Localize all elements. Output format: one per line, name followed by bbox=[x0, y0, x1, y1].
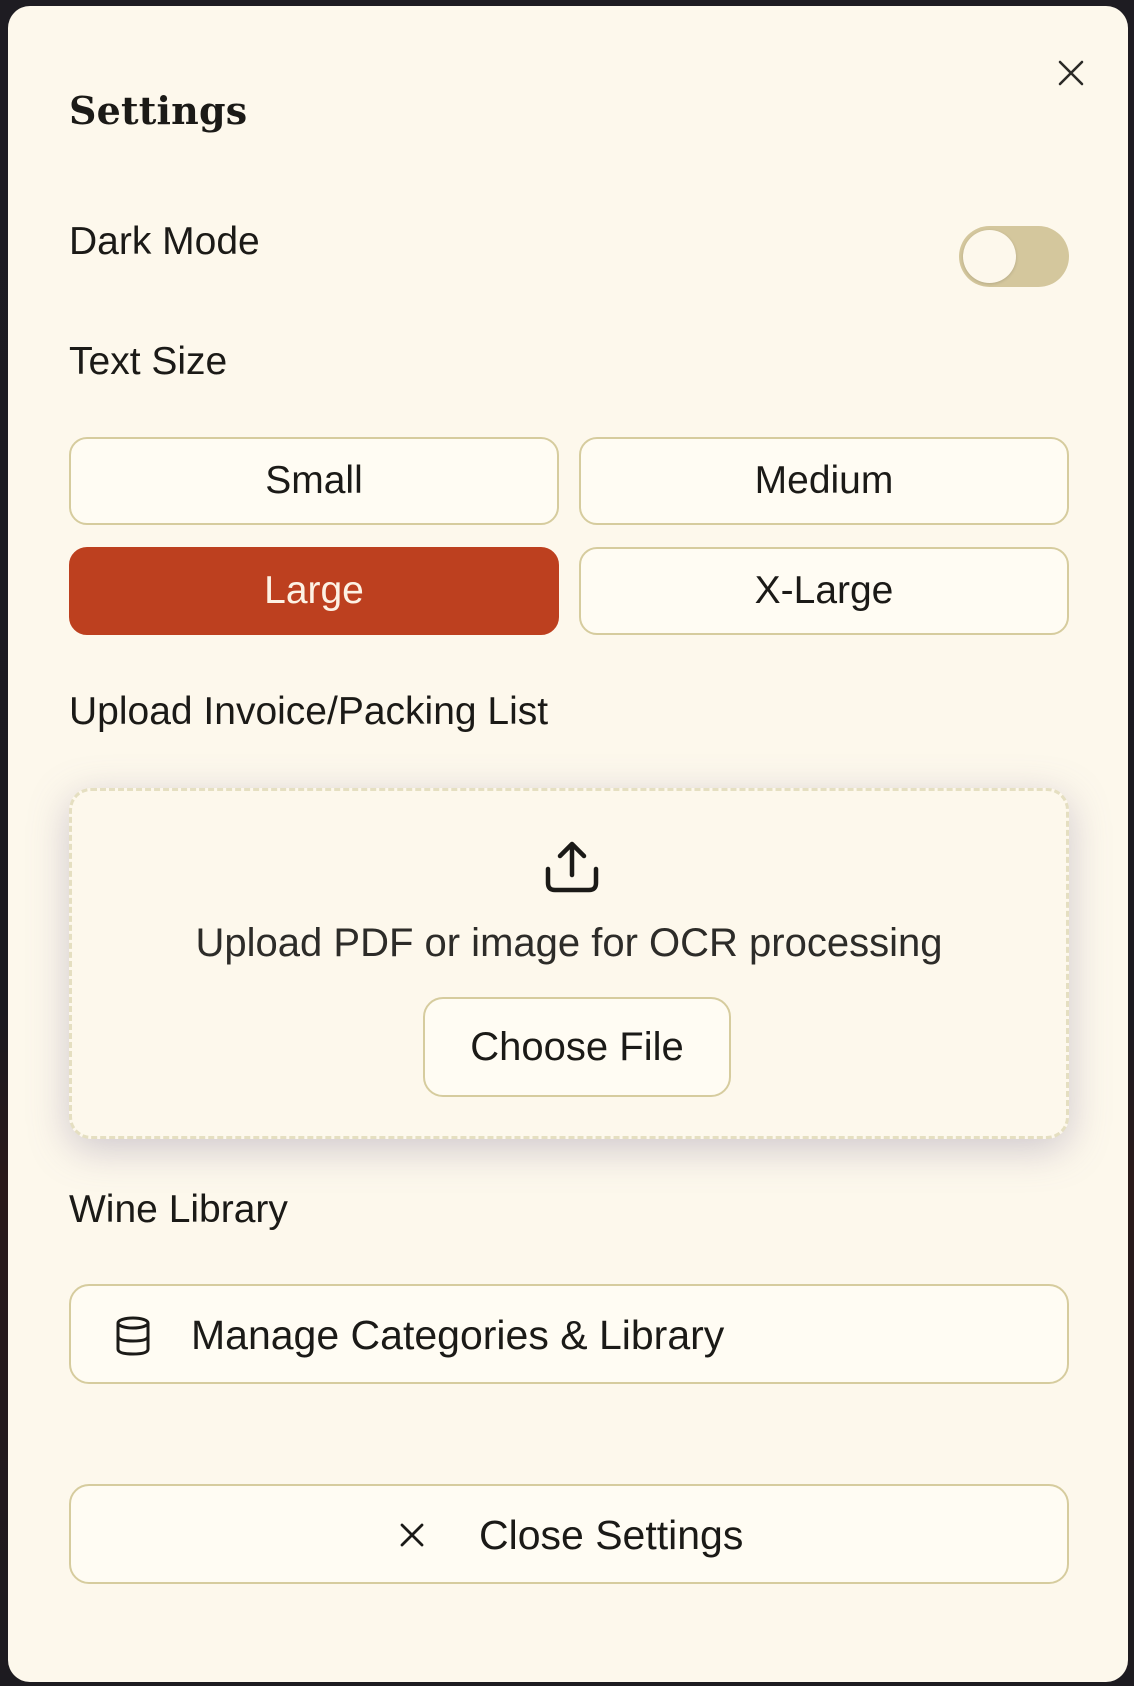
dark-mode-toggle[interactable] bbox=[959, 226, 1069, 287]
dark-mode-label: Dark Mode bbox=[69, 220, 260, 263]
settings-dialog: Settings Dark Mode Text Size Small Mediu… bbox=[8, 6, 1128, 1682]
toggle-knob bbox=[963, 230, 1016, 283]
manage-library-label: Manage Categories & Library bbox=[191, 1312, 725, 1358]
text-size-small-button[interactable]: Small bbox=[69, 437, 559, 525]
text-size-large-button[interactable]: Large bbox=[69, 547, 559, 635]
close-settings-label: Close Settings bbox=[479, 1512, 744, 1558]
close-settings-button[interactable]: Close Settings bbox=[69, 1484, 1069, 1584]
close-icon bbox=[397, 1520, 427, 1550]
text-size-medium-button[interactable]: Medium bbox=[579, 437, 1069, 525]
database-icon bbox=[113, 1316, 153, 1356]
upload-dropzone[interactable]: Upload PDF or image for OCR processing C… bbox=[69, 788, 1069, 1139]
text-size-xlarge-button[interactable]: X-Large bbox=[579, 547, 1069, 635]
dialog-close-button[interactable] bbox=[1050, 52, 1092, 94]
wine-library-label: Wine Library bbox=[69, 1188, 288, 1231]
close-icon bbox=[1058, 60, 1084, 86]
upload-icon bbox=[545, 841, 599, 893]
manage-library-button[interactable]: Manage Categories & Library bbox=[69, 1284, 1069, 1384]
choose-file-button[interactable]: Choose File bbox=[423, 997, 731, 1097]
dialog-title: Settings bbox=[69, 88, 248, 133]
upload-section-label: Upload Invoice/Packing List bbox=[69, 690, 549, 733]
upload-hint: Upload PDF or image for OCR processing bbox=[195, 921, 943, 965]
text-size-label: Text Size bbox=[69, 340, 228, 383]
